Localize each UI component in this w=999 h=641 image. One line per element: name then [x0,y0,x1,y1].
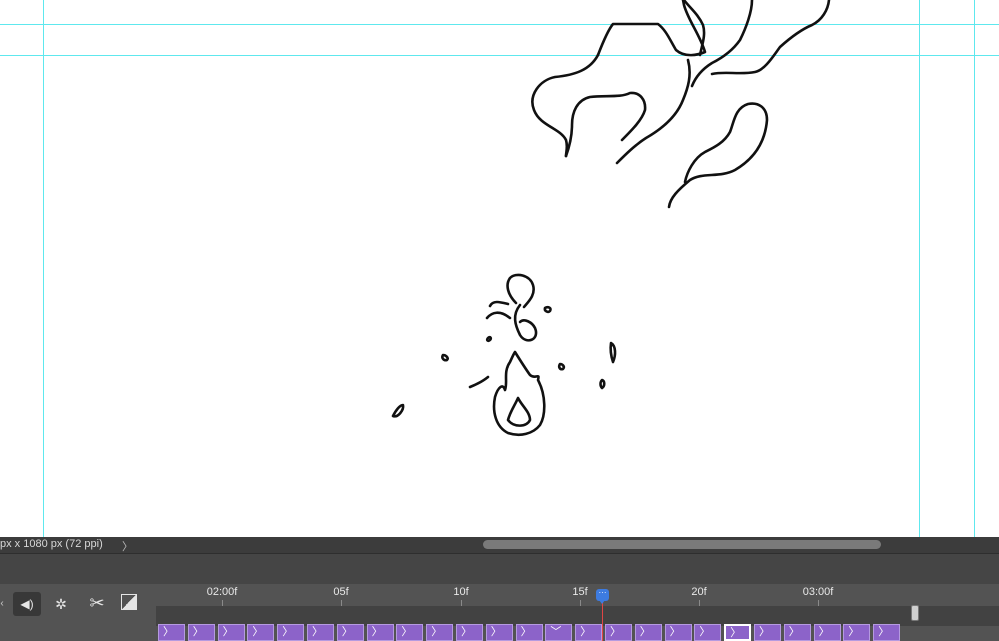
frame-clips-row: 〉〉〉〉〉〉〉〉〉〉〉〉〉 ﹀ 〉〉〉〉〉〉〉〉〉〉〉 [156,624,999,641]
frame-clip[interactable]: 〉 [277,624,305,641]
document-canvas[interactable] [0,0,999,537]
frame-clip[interactable]: 〉 [664,624,692,641]
timeline-controls: ‹ ◀) ✲ ✂ [0,584,156,641]
fire-smoke-line-drawing [391,0,831,437]
gear-icon[interactable]: ✲ [50,592,72,616]
frame-clip[interactable]: 〉 [783,624,811,641]
ruler-label: 03:00f [802,586,834,598]
ruler-label: 20f [691,586,707,598]
work-area-end-handle[interactable] [911,605,919,621]
ruler-label: 02:00f [206,586,238,598]
frame-clip[interactable]: 〉 [754,624,781,641]
status-menu-chevron-icon[interactable]: 〉 [122,538,133,554]
frame-clip[interactable]: 〉 [336,624,364,641]
ruler-label: 05f [333,586,349,598]
timeline-panel-header [0,553,999,585]
frame-clip[interactable]: 〉 [724,624,752,641]
frame-clip[interactable]: 〉 [456,624,483,641]
frame-clip[interactable]: 〉 [485,624,513,641]
frame-clip[interactable]: 〉 [575,624,603,641]
frame-clip[interactable]: 〉 [366,624,394,641]
document-status-bar: px x 1080 px (72 ppi) 〉 [0,537,999,553]
fade-transition-icon[interactable] [121,594,137,610]
frame-clip[interactable]: 〉 [694,624,722,641]
audio-icon[interactable]: ◀) [13,592,41,616]
frame-clip[interactable]: 〉 [187,624,215,641]
timeline-track[interactable] [156,606,999,626]
playhead-handle[interactable]: ··· [596,589,609,604]
frame-clip[interactable]: 〉 [247,624,275,641]
frame-clip[interactable]: 〉 [813,624,841,641]
frame-clip[interactable]: 〉 [605,624,632,641]
document-dimensions-text: px x 1080 px (72 ppi) [0,538,103,550]
frame-clip[interactable]: 〉 [307,624,334,641]
frame-clip[interactable]: ﹀ [545,624,573,641]
horizontal-scrollbar-thumb[interactable] [483,540,881,549]
ruler-label: 10f [453,586,469,598]
frame-clip[interactable]: 〉 [843,624,871,641]
ruler-label: 15f [572,586,588,598]
frame-clip[interactable]: 〉 [873,624,901,641]
frame-clip[interactable]: 〉 [158,624,185,641]
frame-clip[interactable]: 〉 [396,624,424,641]
frame-clip[interactable]: 〉 [515,624,543,641]
frame-clip[interactable]: 〉 [426,624,454,641]
frame-clip[interactable]: 〉 [217,624,245,641]
chevron-left-icon[interactable]: ‹ [0,592,4,616]
scissors-icon[interactable]: ✂ [86,591,108,615]
timeline-ruler[interactable]: 02:00f 05f 10f 15f 20f 03:00f [156,584,999,606]
playhead-line [602,598,603,641]
frame-clip[interactable]: 〉 [634,624,662,641]
